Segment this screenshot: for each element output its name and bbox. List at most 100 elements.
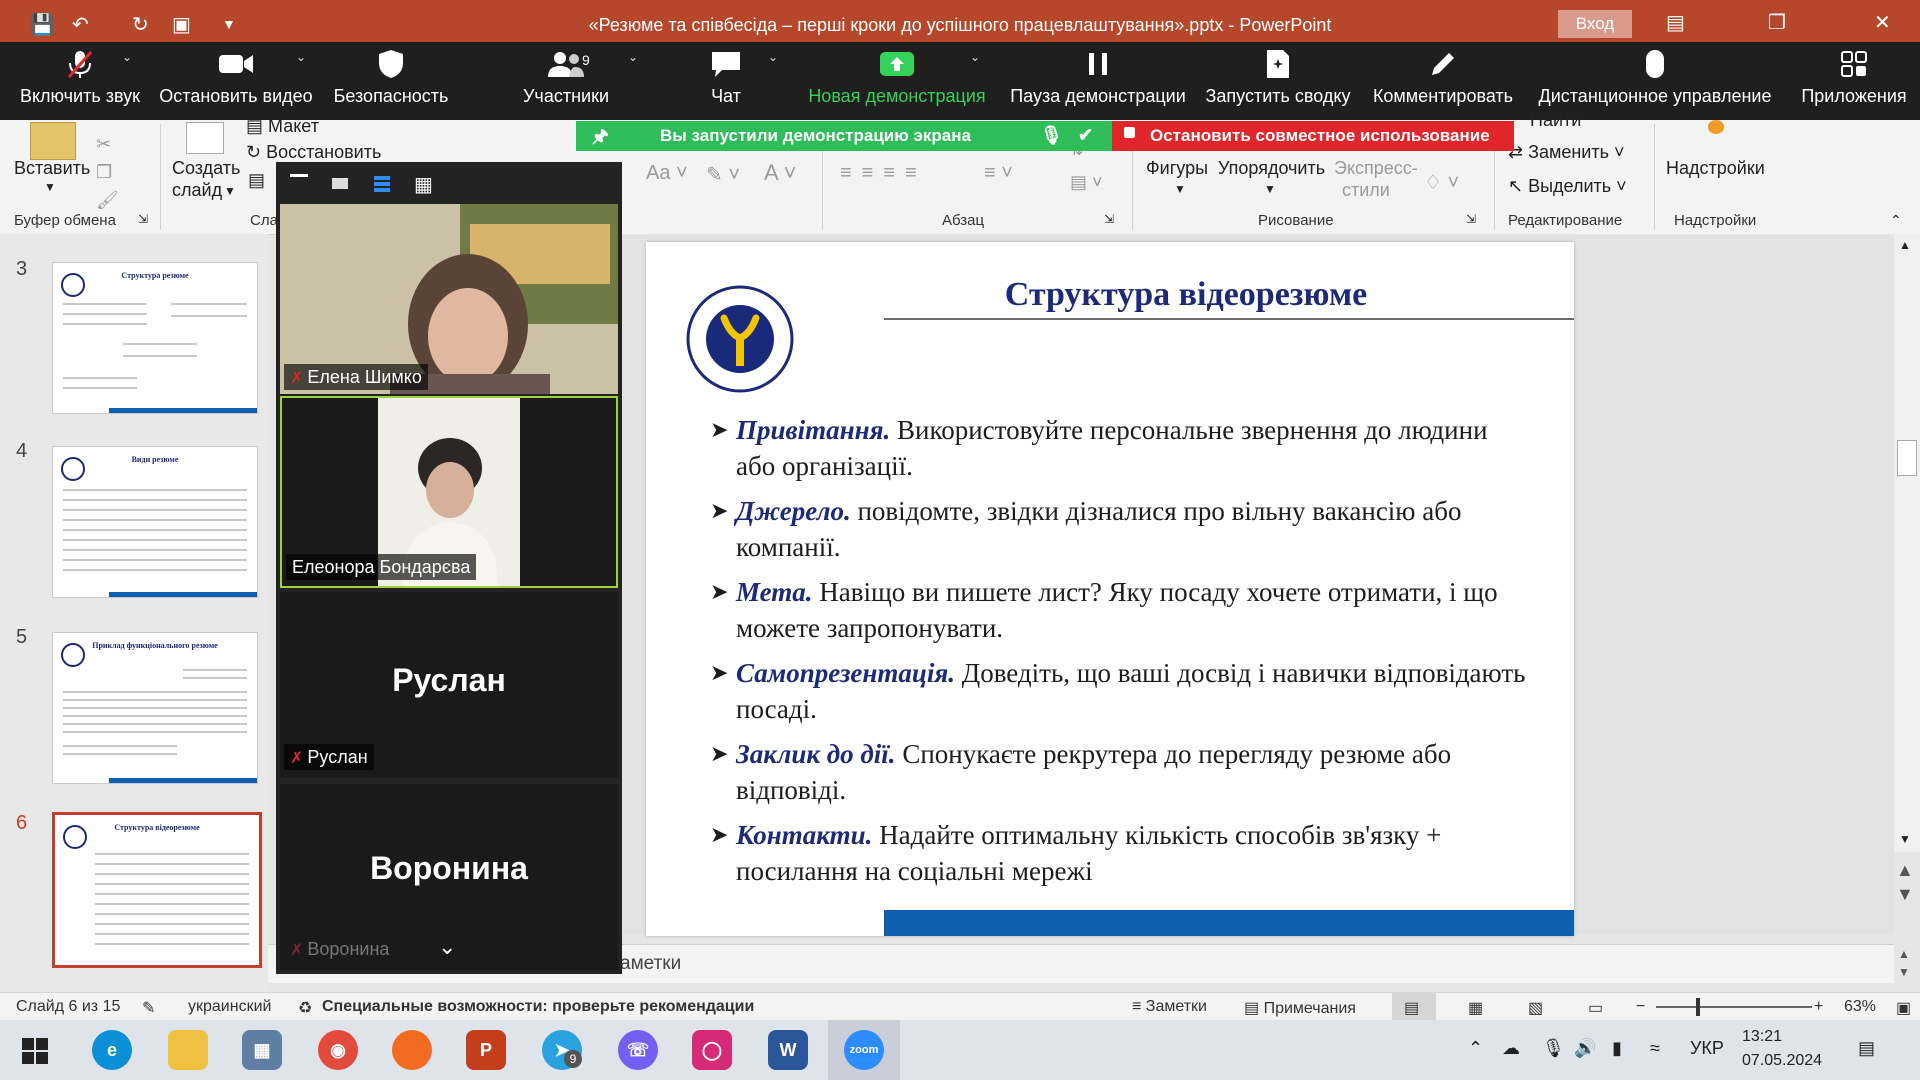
restore-window-icon[interactable]: ❐ xyxy=(1768,10,1786,35)
font-color-icon[interactable]: A ˅ xyxy=(764,160,796,186)
slideshow-icon[interactable]: ▭ xyxy=(1588,998,1603,1018)
chevron-down-icon[interactable]: ⌄ xyxy=(296,50,306,64)
slide-counter[interactable]: Слайд 6 из 15 xyxy=(16,998,120,1016)
paste-button[interactable]: Вставить xyxy=(14,158,90,179)
word-icon[interactable]: W xyxy=(768,1030,808,1070)
highlight-icon[interactable]: ✎ ˅ xyxy=(706,162,740,187)
zoom-out-icon[interactable]: − xyxy=(1636,998,1645,1016)
ribbon-display-icon[interactable]: ▤ xyxy=(1666,10,1685,35)
notes-toggle-button[interactable]: ≡ Заметки xyxy=(1132,998,1207,1016)
single-view-icon[interactable] xyxy=(332,178,348,189)
firefox-icon[interactable] xyxy=(392,1030,432,1070)
chevron-down-icon[interactable]: ⌄ xyxy=(768,50,778,64)
unmute-button[interactable]: Включить звук ⌄ xyxy=(14,42,146,120)
slide-thumbnail-3[interactable]: Структура резюме xyxy=(52,262,258,414)
arrange-button[interactable]: Упорядочить xyxy=(1218,158,1325,179)
edge-icon[interactable]: e xyxy=(92,1030,132,1070)
chevron-down-icon[interactable]: ⌄ xyxy=(122,50,132,64)
chevron-down-icon[interactable]: ⌄ xyxy=(970,50,980,64)
wifi-icon[interactable]: ≈ xyxy=(1650,1038,1660,1059)
gallery-view-icon[interactable]: ▦ xyxy=(414,172,433,197)
participant-tile[interactable]: ✗ Елена Шимко xyxy=(280,204,618,394)
zoom-slider-thumb[interactable] xyxy=(1696,998,1700,1016)
dialog-launcher-icon[interactable]: ⇲ xyxy=(1466,212,1476,226)
summary-button[interactable]: Запустить сводку xyxy=(1204,42,1352,120)
chevron-down-icon[interactable]: ⌄ xyxy=(438,934,456,960)
speaker-icon[interactable]: 🔊 xyxy=(1574,1038,1596,1059)
addins-icon[interactable] xyxy=(1708,120,1724,134)
dialog-launcher-icon[interactable]: ⇲ xyxy=(1104,212,1114,226)
zoom-slider-track[interactable] xyxy=(1656,1006,1812,1008)
next-slide-icon[interactable]: ▼ xyxy=(1896,884,1914,905)
chrome-icon[interactable]: ◉ xyxy=(318,1030,358,1070)
new-slide-icon[interactable] xyxy=(186,122,224,154)
apps-button[interactable]: Приложения xyxy=(1796,42,1912,120)
battery-icon[interactable]: ▮ xyxy=(1612,1038,1622,1059)
remote-control-button[interactable]: Дистанционное управление xyxy=(1532,42,1778,120)
slide-thumbnail-6[interactable]: Структура відеорезюме xyxy=(52,812,262,968)
reading-view-icon[interactable]: ▧ xyxy=(1528,998,1543,1018)
participants-button[interactable]: Участники 9 ⌄ xyxy=(506,42,638,120)
viber-icon[interactable]: ☏ xyxy=(618,1030,658,1070)
clock-date[interactable]: 07.05.2024 xyxy=(1742,1052,1822,1070)
accessibility-icon[interactable]: ♻ xyxy=(298,998,312,1018)
shapes-button[interactable]: Фигуры xyxy=(1146,158,1208,179)
accessibility-status[interactable]: Специальные возможности: проверьте реком… xyxy=(322,998,754,1016)
format-painter-icon[interactable]: 🖌 xyxy=(96,190,119,211)
file-explorer-icon[interactable] xyxy=(168,1030,208,1070)
select-button[interactable]: ↖ Выделить ˅ xyxy=(1508,176,1627,197)
powerpoint-icon[interactable]: P xyxy=(466,1030,506,1070)
annotate-button[interactable]: Комментировать xyxy=(1370,42,1516,120)
show-hidden-icons[interactable]: ⌃ xyxy=(1468,1038,1483,1059)
new-slide-button[interactable]: Создать xyxy=(172,158,240,179)
vertical-scrollbar[interactable]: ▲ ▼ xyxy=(1894,234,1920,852)
copy-icon[interactable]: ❐ xyxy=(96,162,112,183)
collapse-ribbon-icon[interactable]: ⌃ xyxy=(1890,212,1902,229)
reset-button[interactable]: ↻ Восстановить xyxy=(246,142,381,163)
stop-video-button[interactable]: Остановить видео ⌄ xyxy=(156,42,316,120)
layout-button[interactable]: ▤ Макет xyxy=(246,116,319,137)
zoom-in-icon[interactable]: + xyxy=(1814,998,1823,1016)
scroll-down-icon[interactable]: ▼ xyxy=(1898,965,1910,979)
signin-button[interactable]: Вход xyxy=(1558,10,1632,38)
chevron-down-icon[interactable]: ⌄ xyxy=(628,50,638,64)
scroll-up-icon[interactable]: ▲ xyxy=(1898,947,1910,961)
addins-button[interactable]: Надстройки xyxy=(1666,158,1765,179)
dialog-launcher-icon[interactable]: ⇲ xyxy=(138,212,148,226)
speaker-view-icon[interactable] xyxy=(374,176,390,192)
slide-canvas[interactable]: Структура відеорезюме ➤ Привітання. Викор… xyxy=(646,242,1574,936)
new-share-button[interactable]: Новая демонстрация ⌄ xyxy=(804,42,990,120)
slide-thumbnail-4[interactable]: Види резюме xyxy=(52,446,258,598)
slide-thumbnail-5[interactable]: Приклад функціонального резюме xyxy=(52,632,258,784)
participant-tile[interactable]: Воронина ✗ Воронина ⌄ xyxy=(280,784,618,970)
scroll-up-icon[interactable]: ▲ xyxy=(1899,238,1911,252)
participant-tile-active-speaker[interactable]: Елеонора Бондарєва xyxy=(280,396,618,588)
chat-button[interactable]: Чат ⌄ xyxy=(686,42,778,120)
screen-share-status-banner[interactable]: 🖈 Вы запустили демонстрацию экрана 🎙 ✔ xyxy=(576,121,1112,151)
bullet-list[interactable]: ➤ Привітання. Використовуйте персональне … xyxy=(710,412,1530,898)
onedrive-icon[interactable]: ☁ xyxy=(1502,1038,1520,1059)
zoom-icon[interactable]: zoom xyxy=(844,1030,884,1070)
chevron-down-icon[interactable]: ▼ xyxy=(1174,182,1186,196)
fit-slide-icon[interactable]: ▣ xyxy=(1896,998,1911,1018)
section-icon[interactable]: ▤ xyxy=(248,170,265,191)
zoom-level[interactable]: 63% xyxy=(1844,998,1876,1016)
security-button[interactable]: Безопасность xyxy=(328,42,454,120)
previous-slide-icon[interactable]: ▲ xyxy=(1896,860,1914,881)
windows-start-icon[interactable] xyxy=(22,1038,48,1068)
paste-icon[interactable] xyxy=(30,122,76,160)
comments-button[interactable]: ▤ Примечания xyxy=(1244,998,1356,1018)
smartart-icon[interactable]: ▤ ˅ xyxy=(1070,172,1103,193)
scroll-down-icon[interactable]: ▼ xyxy=(1899,832,1911,846)
replace-button[interactable]: ⇄ Заменить ˅ xyxy=(1508,142,1625,163)
cut-icon[interactable]: ✂ xyxy=(96,134,111,155)
font-size-icon[interactable]: Aa ˅ xyxy=(646,162,688,185)
minimize-icon[interactable] xyxy=(290,174,308,177)
language-indicator[interactable]: украинский xyxy=(188,998,271,1016)
close-window-icon[interactable]: ✕ xyxy=(1874,10,1891,35)
pin-icon[interactable]: 🖈 xyxy=(592,124,609,154)
columns-icon[interactable]: ≡ ˅ xyxy=(984,162,1013,185)
pause-share-button[interactable]: Пауза демонстрации xyxy=(1006,42,1190,120)
scrollbar-thumb[interactable] xyxy=(1897,440,1917,476)
align-buttons[interactable]: ≡≡≡≡ xyxy=(840,162,927,185)
